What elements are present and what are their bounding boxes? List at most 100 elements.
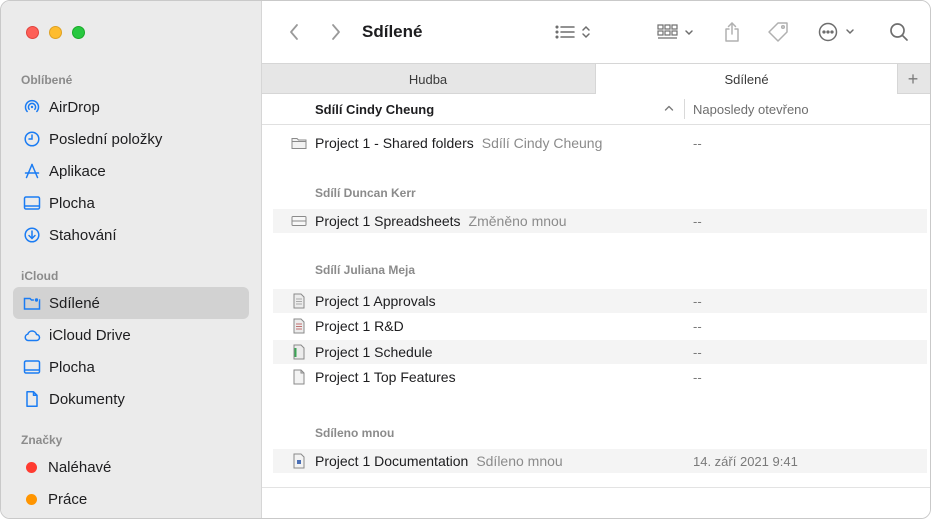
tag-icon bbox=[768, 22, 788, 42]
sidebar-item-documents[interactable]: Dokumenty bbox=[13, 383, 249, 415]
sidebar: Oblíbené AirDrop Poslední položky Aplika… bbox=[1, 1, 262, 518]
file-date: 14. září 2021 9:41 bbox=[693, 453, 798, 469]
file-date: -- bbox=[693, 318, 702, 334]
file-date: -- bbox=[693, 344, 702, 360]
zoom-window-button[interactable] bbox=[72, 26, 85, 39]
sidebar-section-favorites: Oblíbené bbox=[21, 73, 73, 87]
sidebar-item-label: Naléhavé bbox=[48, 458, 112, 476]
folder-icon bbox=[291, 138, 307, 149]
grid-icon bbox=[657, 24, 693, 39]
file-name: Project 1 R&D bbox=[315, 318, 404, 334]
search-button[interactable] bbox=[888, 19, 910, 45]
ellipsis-circle-icon bbox=[818, 22, 854, 42]
file-name: Project 1 Approvals bbox=[315, 293, 436, 309]
group-header-duncan: Sdílí Duncan Kerr bbox=[315, 186, 416, 200]
group-header-juliana: Sdílí Juliana Meja bbox=[315, 263, 416, 277]
chevron-up-icon[interactable] bbox=[663, 102, 675, 114]
sidebar-item-label: AirDrop bbox=[49, 98, 100, 116]
file-name: Project 1 - Shared folders Sdílí Cindy Ch… bbox=[315, 135, 603, 151]
sidebar-item-label: Práce bbox=[48, 490, 88, 508]
sidebar-item-label: Stahování bbox=[49, 226, 117, 244]
clock-icon bbox=[23, 130, 41, 148]
list-item[interactable]: Project 1 Documentation Sdíleno mnou 14. … bbox=[273, 449, 927, 473]
window-title: Sdílené bbox=[362, 22, 423, 41]
chevron-right-icon bbox=[332, 24, 340, 40]
desktop-icon bbox=[23, 194, 41, 212]
file-name: Project 1 Spreadsheets Změněno mnou bbox=[315, 213, 567, 229]
sidebar-item-recents[interactable]: Poslední položky bbox=[13, 123, 249, 155]
list-view-button[interactable] bbox=[554, 19, 598, 45]
document-icon bbox=[23, 390, 41, 408]
minimize-window-button[interactable] bbox=[49, 26, 62, 39]
document-file-icon bbox=[293, 293, 305, 309]
sidebar-tag-work[interactable]: Práce bbox=[13, 483, 249, 515]
file-date: -- bbox=[693, 135, 702, 151]
sidebar-item-icloud-drive[interactable]: iCloud Drive bbox=[13, 319, 249, 351]
tab-shared[interactable]: Sdílené bbox=[595, 64, 898, 95]
orange-tag-icon bbox=[26, 493, 37, 505]
sidebar-item-shared[interactable]: Sdílené bbox=[13, 287, 249, 319]
chevron-left-icon bbox=[290, 24, 298, 40]
spreadsheet-icon bbox=[291, 216, 307, 226]
file-date: -- bbox=[693, 369, 702, 385]
toolbar: Sdílené bbox=[262, 1, 930, 63]
sidebar-item-label: Dokumenty bbox=[49, 390, 125, 408]
list-item[interactable]: Project 1 - Shared folders Sdílí Cindy Ch… bbox=[273, 131, 927, 155]
window-controls bbox=[26, 26, 85, 39]
cloud-icon bbox=[23, 326, 41, 344]
numbers-file-icon bbox=[293, 344, 305, 360]
column-divider[interactable] bbox=[684, 99, 685, 119]
document-file-icon bbox=[293, 369, 305, 385]
list-item[interactable]: Project 1 Schedule -- bbox=[273, 340, 927, 364]
tab-bar: Hudba Sdílené + bbox=[262, 63, 930, 95]
sidebar-item-icloud-desktop[interactable]: Plocha bbox=[13, 351, 249, 383]
close-window-button[interactable] bbox=[26, 26, 39, 39]
column-header: Sdílí Cindy Cheung Naposledy otevřeno bbox=[262, 94, 930, 125]
column-name-header[interactable]: Sdílí Cindy Cheung bbox=[315, 102, 434, 117]
list-view-icon bbox=[555, 25, 590, 39]
file-name: Project 1 Top Features bbox=[315, 369, 456, 385]
file-name: Project 1 Documentation Sdíleno mnou bbox=[315, 453, 563, 469]
new-tab-button[interactable]: + bbox=[896, 64, 930, 94]
group-view-button[interactable] bbox=[656, 19, 700, 45]
pages-file-icon bbox=[293, 453, 305, 469]
sidebar-section-tags: Značky bbox=[21, 433, 63, 447]
sidebar-item-downloads[interactable]: Stahování bbox=[13, 219, 249, 251]
back-button[interactable] bbox=[284, 19, 304, 45]
list-item[interactable]: Project 1 R&D -- bbox=[273, 314, 927, 338]
more-actions-button[interactable] bbox=[817, 19, 859, 45]
list-item[interactable]: Project 1 Spreadsheets Změněno mnou -- bbox=[273, 209, 927, 233]
file-list: Project 1 - Shared folders Sdílí Cindy Ch… bbox=[262, 125, 930, 518]
red-tag-icon bbox=[26, 461, 37, 473]
sidebar-tag-urgent[interactable]: Naléhavé bbox=[13, 451, 249, 483]
download-icon bbox=[23, 226, 41, 244]
list-divider bbox=[262, 487, 930, 488]
search-icon bbox=[890, 23, 908, 41]
tags-button[interactable] bbox=[766, 19, 790, 45]
applications-icon bbox=[23, 162, 41, 180]
tab-music[interactable]: Hudba bbox=[262, 64, 594, 94]
sidebar-item-label: Poslední položky bbox=[49, 130, 163, 148]
desktop-icon bbox=[23, 358, 41, 376]
sidebar-item-label: iCloud Drive bbox=[49, 326, 131, 344]
shared-folder-icon bbox=[23, 294, 41, 312]
group-header-shared-by-me: Sdíleno mnou bbox=[315, 426, 395, 440]
document-file-icon bbox=[293, 318, 305, 334]
airdrop-icon bbox=[23, 98, 41, 116]
share-icon bbox=[725, 22, 739, 42]
file-date: -- bbox=[693, 213, 702, 229]
list-item[interactable]: Project 1 Approvals -- bbox=[273, 289, 927, 313]
file-date: -- bbox=[693, 293, 702, 309]
share-button[interactable] bbox=[722, 19, 742, 45]
sidebar-section-icloud: iCloud bbox=[21, 269, 59, 283]
column-date-header[interactable]: Naposledy otevřeno bbox=[693, 102, 809, 117]
sidebar-item-label: Plocha bbox=[49, 358, 95, 376]
sidebar-item-airdrop[interactable]: AirDrop bbox=[13, 91, 249, 123]
sidebar-item-label: Plocha bbox=[49, 194, 95, 212]
sidebar-item-label: Aplikace bbox=[49, 162, 106, 180]
forward-button[interactable] bbox=[326, 19, 346, 45]
file-name: Project 1 Schedule bbox=[315, 344, 433, 360]
list-item[interactable]: Project 1 Top Features -- bbox=[273, 365, 927, 389]
sidebar-item-desktop[interactable]: Plocha bbox=[13, 187, 249, 219]
sidebar-item-applications[interactable]: Aplikace bbox=[13, 155, 249, 187]
